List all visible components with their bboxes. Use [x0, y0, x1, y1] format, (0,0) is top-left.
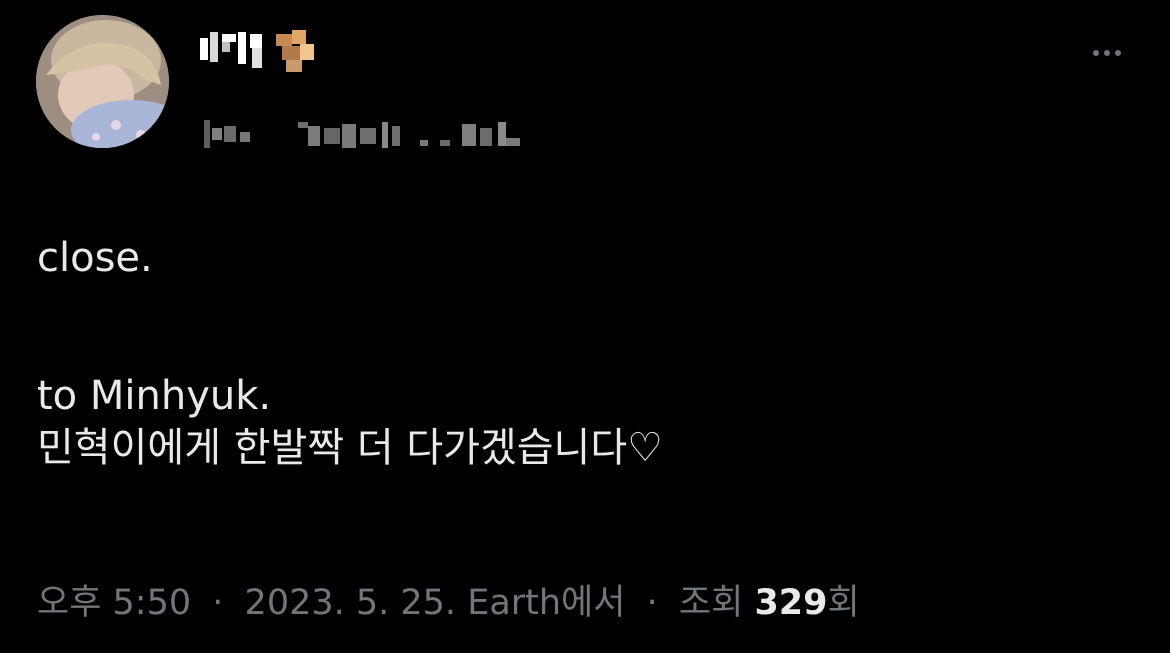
tweet-date[interactable]: 2023. 5. 25. [245, 583, 457, 623]
avatar-image [36, 15, 169, 148]
separator: · [212, 583, 224, 623]
more-horizontal-icon [1093, 50, 1099, 56]
more-options-button[interactable] [1080, 36, 1134, 70]
more-horizontal-icon-dot [1104, 50, 1110, 56]
handle-pixelated [204, 120, 520, 148]
tweet-line: to Minhyuk. [37, 373, 272, 419]
tweet-time[interactable]: 오후 5:50 [37, 583, 191, 623]
display-name-pixelated [200, 30, 314, 72]
views-label-suffix: 회 [827, 583, 860, 623]
views-count[interactable]: 329 [754, 583, 827, 623]
tweet-metadata: 오후 5:50 · 2023. 5. 25. Earth에서 · 조회 329회 [37, 580, 860, 626]
tweet-line: close. [37, 235, 153, 281]
tweet-text: close. to Minhyuk. 민혁이에게 한발짝 더 다가겠습니다♡ [37, 232, 1127, 474]
tweet-line: 민혁이에게 한발짝 더 다가겠습니다♡ [37, 425, 664, 471]
tweet-header [0, 0, 1170, 170]
views-label-prefix: 조회 [678, 583, 744, 623]
author-info[interactable] [200, 28, 600, 148]
tweet-source: Earth에서 [467, 583, 626, 623]
avatar[interactable] [36, 15, 169, 148]
more-horizontal-icon-dot [1115, 50, 1121, 56]
separator: · [646, 583, 658, 623]
